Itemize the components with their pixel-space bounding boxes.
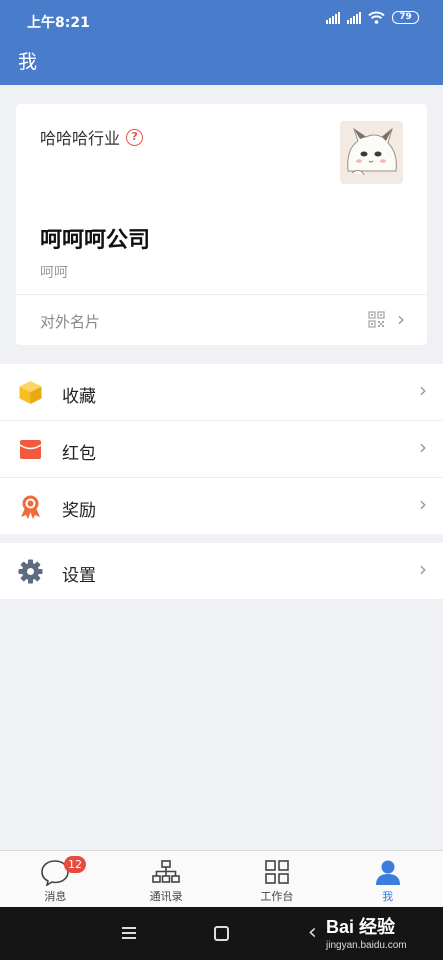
person-icon xyxy=(375,860,400,885)
grid-icon xyxy=(265,860,289,884)
tab-label: 我 xyxy=(382,890,394,903)
favorites-box-icon xyxy=(19,381,42,404)
unread-badge: 12 xyxy=(64,856,86,873)
tab-contacts[interactable]: 通讯录 xyxy=(111,851,222,907)
red-envelope-icon xyxy=(19,440,42,459)
system-nav-bar: ‹ Bai 经验 jingyan.baidu.com xyxy=(0,907,443,960)
cell-signal-icon xyxy=(326,11,340,24)
chevron-right-icon: › xyxy=(419,378,427,402)
menu-item-rewards[interactable]: 奖励 › xyxy=(0,478,443,535)
watermark-main: Bai 经验 xyxy=(326,917,396,937)
company-name: 呵呵呵公司 xyxy=(40,228,151,253)
top-header: 上午8:21 79 我 xyxy=(0,0,443,85)
menu-label: 收藏 xyxy=(62,387,96,407)
qr-code-icon xyxy=(368,311,385,328)
status-icons: 79 xyxy=(326,11,419,24)
cell-signal-hd-icon xyxy=(347,11,361,24)
menu-icon[interactable] xyxy=(122,927,136,942)
business-card-label: 对外名片 xyxy=(40,313,101,331)
help-icon[interactable]: ? xyxy=(126,128,144,146)
battery-indicator: 79 xyxy=(392,11,419,24)
tab-me[interactable]: 我 xyxy=(332,851,443,907)
tab-label: 消息 xyxy=(44,890,67,903)
watermark-sub: jingyan.baidu.com xyxy=(326,940,407,951)
tab-workbench[interactable]: 工作台 xyxy=(222,851,333,907)
back-icon[interactable]: ‹ xyxy=(308,920,317,945)
menu-label: 设置 xyxy=(62,566,96,586)
menu-group-1: 收藏 › 红包 › 奖励 › xyxy=(0,364,443,534)
business-card-row[interactable]: 对外名片 › xyxy=(16,295,427,345)
profile-card[interactable]: 哈哈哈行业 ? 呵呵呵公司 呵呵 对外名片 › xyxy=(16,104,427,345)
tab-label: 工作台 xyxy=(260,890,294,903)
industry-row: 哈哈哈行业 ? xyxy=(40,125,144,149)
page-title: 我 xyxy=(18,51,38,73)
menu-item-settings[interactable]: 设置 › xyxy=(0,543,443,599)
menu-group-2: 设置 › xyxy=(0,543,443,599)
cat-avatar-icon[interactable] xyxy=(340,121,403,184)
menu-item-favorites[interactable]: 收藏 › xyxy=(0,364,443,421)
chevron-right-icon: › xyxy=(419,492,427,516)
menu-item-red-envelope[interactable]: 红包 › xyxy=(0,421,443,478)
org-chart-icon xyxy=(152,860,180,883)
chevron-right-icon: › xyxy=(397,307,405,331)
gear-icon xyxy=(18,559,43,584)
home-button-icon[interactable] xyxy=(214,926,229,941)
chevron-right-icon: › xyxy=(419,557,427,581)
user-subtitle: 呵呵 xyxy=(40,265,68,281)
tab-messages[interactable]: 12 消息 xyxy=(0,851,111,907)
menu-label: 红包 xyxy=(62,444,96,464)
bottom-tab-bar: 12 消息 通讯录 工作台 我 xyxy=(0,850,443,907)
status-time: 上午8:21 xyxy=(27,15,90,31)
award-medal-icon xyxy=(21,495,40,519)
chevron-right-icon: › xyxy=(419,435,427,459)
tab-label: 通讯录 xyxy=(149,890,183,903)
wifi-icon xyxy=(368,11,385,24)
industry-label: 哈哈哈行业 xyxy=(40,129,121,148)
watermark: Bai 经验 jingyan.baidu.com xyxy=(326,913,407,951)
menu-label: 奖励 xyxy=(62,501,96,521)
